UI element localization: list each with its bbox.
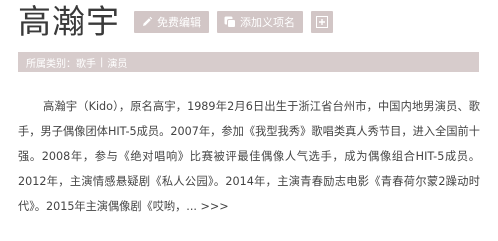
pencil-icon — [141, 16, 153, 28]
edit-button-label: 免费编辑 — [157, 16, 201, 29]
category-bar: 所属类别： 歌手 | 演员 — [18, 52, 479, 72]
read-more-link[interactable]: >>> — [201, 200, 229, 213]
page-title: 高瀚宇 — [18, 2, 120, 41]
category-item-actor[interactable]: 演员 — [107, 55, 127, 70]
category-label: 所属类别： — [26, 58, 76, 70]
edit-button[interactable]: 免费编辑 — [134, 11, 209, 33]
plus-icon — [316, 16, 328, 28]
summary-text: 高瀚宇（Kido），原名高宇，1989年2月6日出生于浙江省台州市，中国内地男演… — [18, 100, 480, 213]
category-separator: | — [100, 56, 104, 68]
title-row: 高瀚宇 免费编辑 添加义项名 — [18, 2, 341, 42]
category-item-singer[interactable]: 歌手 — [76, 55, 96, 70]
add-meaning-button-label: 添加义项名 — [240, 16, 295, 29]
add-meaning-button[interactable]: 添加义项名 — [217, 11, 303, 33]
expand-button[interactable] — [311, 11, 333, 33]
summary-paragraph: 高瀚宇（Kido），原名高宇，1989年2月6日出生于浙江省台州市，中国内地男演… — [18, 94, 480, 219]
add-meaning-icon — [224, 16, 236, 28]
